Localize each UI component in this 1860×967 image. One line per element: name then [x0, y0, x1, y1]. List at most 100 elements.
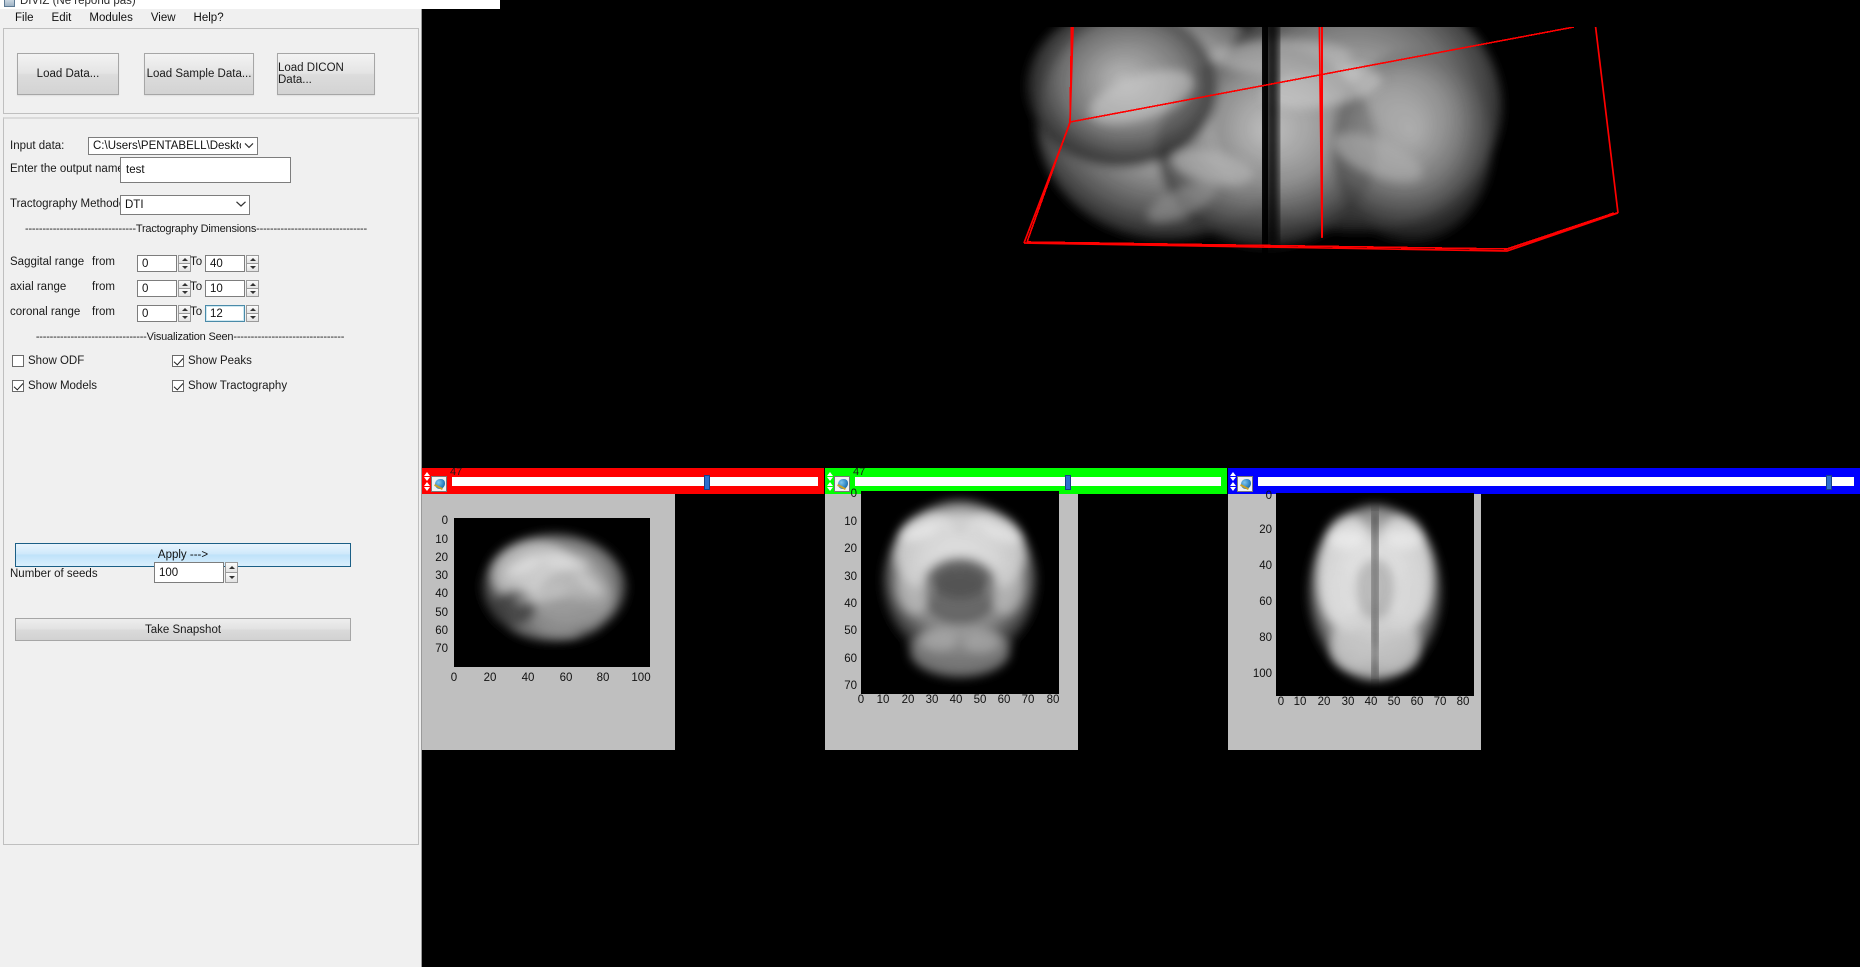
menu-help[interactable]: Help?	[185, 11, 233, 25]
axial-xtick-8: 80	[1456, 696, 1470, 708]
number-of-seeds-spinner[interactable]: 100	[154, 562, 238, 583]
coronal-to-label: To	[190, 306, 203, 318]
coronal-slider-track[interactable]	[855, 474, 1221, 490]
show-peaks-checkbox-row[interactable]: Show Peaks	[172, 355, 252, 367]
slider-stepper-arrows-icon[interactable]	[423, 469, 431, 493]
sagittal-slider-icon-group[interactable]	[422, 468, 448, 494]
show-tractography-checkbox[interactable]	[172, 380, 184, 392]
show-peaks-checkbox[interactable]	[172, 355, 184, 367]
show-tractography-checkbox-row[interactable]: Show Tractography	[172, 380, 287, 392]
axial-ytick-1: 20	[1259, 524, 1272, 536]
tractography-method-value: DTI	[125, 199, 144, 211]
coronal-to-spinner[interactable]: 12	[205, 305, 259, 322]
axial-slider-track[interactable]	[1258, 474, 1854, 490]
coronal-ytick-3: 30	[844, 571, 857, 583]
saggital-to-spinner[interactable]: 40	[205, 255, 259, 272]
take-snapshot-button[interactable]: Take Snapshot	[15, 618, 351, 641]
load-sample-data-button[interactable]: Load Sample Data...	[144, 53, 254, 95]
output-name-input[interactable]: test	[120, 157, 291, 183]
3d-volume-viewport[interactable]	[422, 27, 1860, 468]
axial-xtick-3: 30	[1341, 696, 1355, 708]
axial-xtick-6: 60	[1410, 696, 1424, 708]
load-dicom-data-button[interactable]: Load DICON Data...	[277, 53, 375, 95]
application-window: DIVIZ (Ne repond pas) File Edit Modules …	[0, 0, 1860, 967]
coronal-range-label: coronal range	[10, 306, 81, 318]
axial-xtick-0: 0	[1277, 696, 1285, 708]
spinner-up-icon[interactable]	[246, 255, 259, 264]
load-data-button[interactable]: Load Data...	[17, 53, 119, 95]
coronal-ytick-2: 20	[844, 543, 857, 555]
sep-dashes-right: --------------------------------	[233, 331, 345, 343]
menu-file[interactable]: File	[6, 11, 43, 25]
menu-edit[interactable]: Edit	[43, 11, 81, 25]
spinner-down-icon[interactable]	[246, 263, 259, 272]
axial-xtick-4: 40	[1364, 696, 1378, 708]
sagittal-slider-value: 47	[450, 468, 463, 478]
axial-to-value[interactable]: 10	[205, 280, 245, 297]
axial-to-spinner[interactable]: 10	[205, 280, 259, 297]
coronal-from-value[interactable]: 0	[137, 305, 177, 322]
axial-slider-bar[interactable]	[1228, 468, 1860, 494]
sagittal-ytick-1: 10	[435, 534, 448, 546]
axial-from-spinner[interactable]: 0	[137, 280, 191, 297]
axial-from-value[interactable]: 0	[137, 280, 177, 297]
axial-slider-handle[interactable]	[1826, 474, 1833, 490]
sagittal-xtick-0: 0	[450, 672, 458, 684]
coronal-ytick-1: 10	[844, 516, 857, 528]
axial-slice-panel: 0 20 40 60 80 100 0 10 20 30 40 50 60 70…	[1228, 468, 1860, 967]
show-odf-label: Show ODF	[28, 355, 85, 367]
axial-ytick-5: 100	[1252, 668, 1272, 680]
chevron-down-icon	[233, 200, 249, 210]
number-of-seeds-label: Number of seeds	[10, 568, 98, 580]
coronal-xtick-0: 0	[857, 694, 865, 706]
sagittal-slider-handle[interactable]	[704, 474, 711, 490]
sagittal-slider-bar[interactable]: 47	[422, 468, 824, 494]
load-buttons-group: Load Data... Load Sample Data... Load DI…	[3, 28, 419, 114]
coronal-xtick-3: 30	[925, 694, 939, 706]
saggital-to-value[interactable]: 40	[205, 255, 245, 272]
saggital-from-label: from	[92, 256, 115, 268]
sep-dashes-left: --------------------------------	[25, 223, 136, 235]
coronal-to-value[interactable]: 12	[205, 305, 245, 322]
tractography-method-label: Tractography Methode:	[10, 198, 129, 210]
spinner-down-icon[interactable]	[246, 288, 259, 297]
coronal-slice-image	[861, 491, 1059, 694]
tractography-method-combobox[interactable]: DTI	[120, 195, 250, 215]
3d-render-canvas	[422, 27, 1860, 468]
menu-view[interactable]: View	[142, 11, 185, 25]
saggital-to-label: To	[190, 256, 203, 268]
show-odf-checkbox[interactable]	[12, 355, 24, 367]
axial-ytick-2: 40	[1259, 560, 1272, 572]
tractography-dimensions-separator: -------------------------------- Tractogr…	[10, 222, 382, 236]
show-odf-checkbox-row[interactable]: Show ODF	[12, 355, 84, 367]
sagittal-xtick-3: 60	[559, 672, 573, 684]
sagittal-xtick-2: 40	[521, 672, 535, 684]
spinner-up-icon[interactable]	[246, 305, 259, 314]
input-data-combobox[interactable]: C:\Users\PENTABELL\Desktop\dipy_	[88, 137, 258, 155]
sagittal-thumbnail-icon	[431, 476, 447, 492]
coronal-from-spinner[interactable]: 0	[137, 305, 191, 322]
axial-xtick-1: 10	[1293, 696, 1307, 708]
sagittal-ytick-2: 20	[435, 552, 448, 564]
coronal-slider-value: 47	[853, 468, 866, 478]
saggital-from-spinner[interactable]: 0	[137, 255, 191, 272]
coronal-ytick-7: 70	[844, 680, 857, 692]
show-models-checkbox[interactable]	[12, 380, 24, 392]
sagittal-ytick-0: 0	[441, 515, 448, 527]
axial-ytick-3: 60	[1259, 596, 1272, 608]
number-of-seeds-value[interactable]: 100	[154, 562, 224, 583]
coronal-slider-handle[interactable]	[1065, 474, 1072, 490]
coronal-slice-panel: 47 0 10 20 30 40 50 60 70 0 10 20 30 40 …	[825, 468, 1227, 967]
coronal-xtick-4: 40	[949, 694, 963, 706]
spinner-up-icon[interactable]	[246, 280, 259, 289]
spinner-down-icon[interactable]	[225, 572, 238, 583]
saggital-from-value[interactable]: 0	[137, 255, 177, 272]
show-models-checkbox-row[interactable]: Show Models	[12, 380, 97, 392]
spinner-down-icon[interactable]	[246, 313, 259, 322]
show-peaks-label: Show Peaks	[188, 355, 252, 367]
menu-modules[interactable]: Modules	[80, 11, 141, 25]
coronal-ytick-0: 0	[850, 488, 857, 500]
spinner-up-icon[interactable]	[225, 562, 238, 573]
sagittal-slider-track[interactable]	[452, 474, 818, 490]
sagittal-xtick-4: 80	[596, 672, 610, 684]
